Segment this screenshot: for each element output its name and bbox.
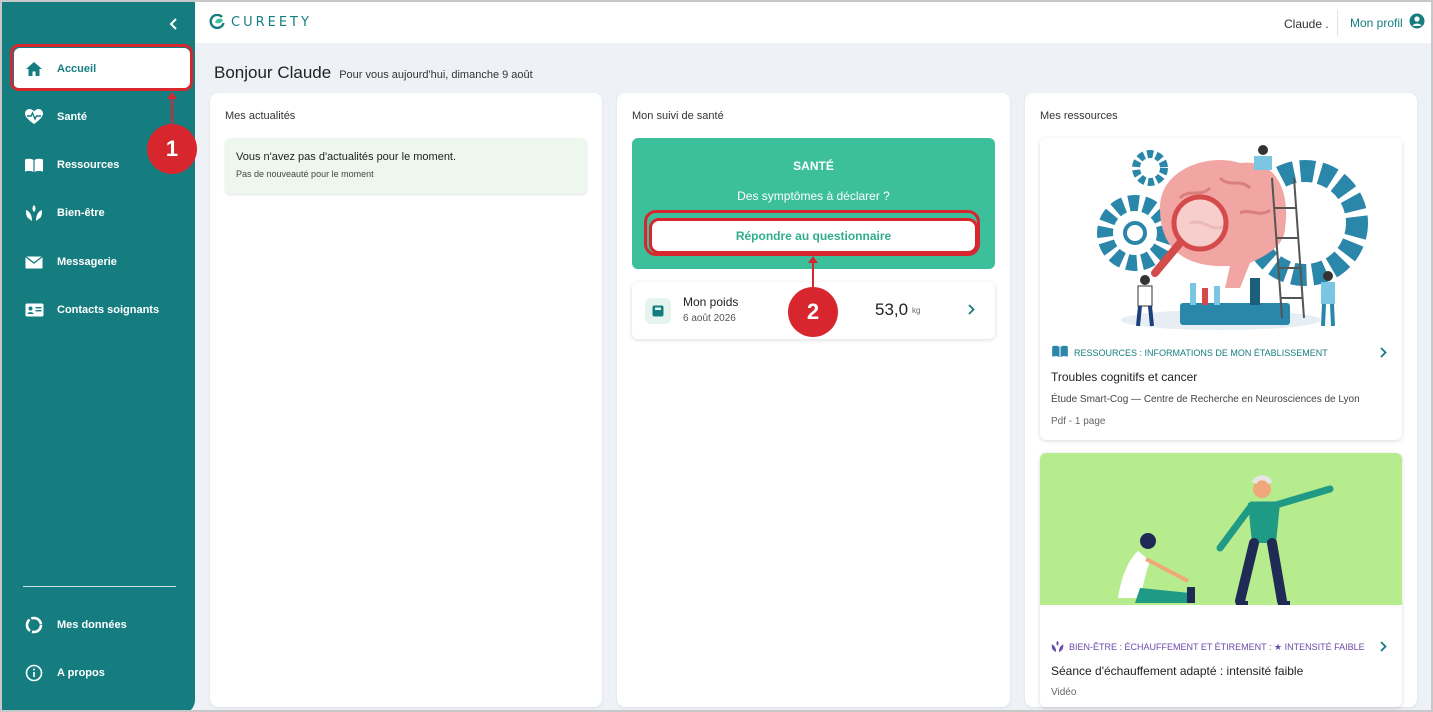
chevron-right-icon <box>1380 641 1387 652</box>
top-bar: CUREETY Claude . Mon profil <box>195 2 1431 43</box>
scale-icon <box>645 298 671 324</box>
envelope-icon <box>24 252 44 272</box>
weight-label: Mon poids <box>683 295 739 309</box>
news-title: Mes actualités <box>225 110 296 122</box>
page-title: Bonjour Claude <box>214 63 332 82</box>
resource-item[interactable]: BIEN-ÊTRE : ÉCHAUFFEMENT ET ÉTIREMENT : … <box>1040 453 1402 707</box>
resource-meta: Pdf - 1 page <box>1051 416 1106 427</box>
sidebar-item-label: Ressources <box>57 159 120 171</box>
annotation-highlight-2 <box>644 210 980 256</box>
heart-pulse-icon <box>24 107 44 127</box>
health-tracking-card: Mon suivi de santé SANTÉ Des symptômes à… <box>617 93 1010 707</box>
chevron-right-icon <box>968 304 975 315</box>
weight-date: 6 août 2026 <box>683 313 736 324</box>
contact-card-icon <box>24 300 44 320</box>
lotus-hands-icon <box>1051 640 1064 655</box>
sidebar-item-bien-etre[interactable]: Bien-être <box>14 192 190 234</box>
resource-category: RESSOURCES : INFORMATIONS DE MON ÉTABLIS… <box>1051 345 1328 360</box>
resource-category: BIEN-ÊTRE : ÉCHAUFFEMENT ET ÉTIREMENT : … <box>1051 640 1365 655</box>
resource-description: Étude Smart-Cog — Centre de Recherche en… <box>1051 394 1360 405</box>
resource-category-label: RESSOURCES : INFORMATIONS DE MON ÉTABLIS… <box>1074 347 1328 358</box>
annotation-badge-1: 1 <box>147 124 197 174</box>
app-frame: Accueil Santé Ressources Bien-être Messa <box>0 0 1433 712</box>
profile-label: Mon profil <box>1350 15 1403 30</box>
warm-up-exercise-illustration <box>1040 453 1402 605</box>
book-icon <box>24 155 44 175</box>
resources-title: Mes ressources <box>1040 110 1118 122</box>
weight-unit: kg <box>912 306 921 315</box>
topbar-separator <box>1337 10 1338 36</box>
sidebar: Accueil Santé Ressources Bien-être Messa <box>2 2 195 710</box>
sidebar-item-label: Mes données <box>57 619 127 631</box>
annotation-line-1 <box>171 98 173 124</box>
brand-logo[interactable]: CUREETY <box>209 14 312 30</box>
page-subtitle: Pour vous aujourd'hui, dimanche 9 août <box>339 69 533 81</box>
health-question: Des symptômes à déclarer ? <box>737 189 890 203</box>
resources-card: Mes ressources RESSOURCES: INFORMATIONS… <box>1025 93 1417 707</box>
resource-category-label: BIEN-ÊTRE : ÉCHAUFFEMENT ET ÉTIREMENT : … <box>1069 642 1365 652</box>
sidebar-divider <box>23 586 176 587</box>
weight-value: 53,0 <box>875 300 909 319</box>
news-card: Mes actualités Vous n'avez pas d'actuali… <box>210 93 602 707</box>
resource-title: Troubles cognitifs et cancer <box>1051 370 1198 384</box>
cureety-logo-icon <box>209 14 225 30</box>
sidebar-item-messagerie[interactable]: Messagerie <box>14 241 190 283</box>
user-name: Claude . <box>1284 17 1329 31</box>
sidebar-item-label: Santé <box>57 111 87 123</box>
info-icon <box>24 663 44 683</box>
annotation-highlight-1 <box>10 44 193 91</box>
annotation-badge-2: 2 <box>788 287 838 337</box>
brain-research-illustration <box>1040 138 1402 338</box>
resource-title: Séance d'échauffement adapté : intensité… <box>1051 664 1304 678</box>
sidebar-item-label: Contacts soignants <box>57 304 160 316</box>
sidebar-item-label: A propos <box>57 667 105 679</box>
book-icon <box>1051 345 1069 360</box>
sidebar-item-mes-donnees[interactable]: Mes données <box>14 604 190 646</box>
chevron-right-icon <box>1380 347 1387 358</box>
collapse-sidebar-button[interactable] <box>164 14 184 34</box>
health-tracking-title: Mon suivi de santé <box>632 110 724 122</box>
profile-link[interactable]: Mon profil <box>1350 13 1425 32</box>
news-empty-state: Vous n'avez pas d'actualités pour le mom… <box>225 138 587 194</box>
resource-meta: Vidéo <box>1051 687 1077 698</box>
chevron-left-icon <box>169 18 177 30</box>
greeting: Bonjour Claude Pour vous aujourd'hui, di… <box>214 63 533 83</box>
resource-item[interactable]: RESSOURCES : INFORMATIONS DE MON ÉTABLIS… <box>1040 138 1402 440</box>
health-box-title: SANTÉ <box>793 159 834 173</box>
news-empty-subtitle: Pas de nouveauté pour le moment <box>236 169 374 179</box>
brand-name: CUREETY <box>231 14 312 30</box>
user-circle-icon <box>1409 13 1425 32</box>
news-empty-title: Vous n'avez pas d'actualités pour le mom… <box>236 151 457 163</box>
sidebar-item-a-propos[interactable]: A propos <box>14 652 190 694</box>
lotus-hands-icon <box>24 203 44 223</box>
annotation-line-2 <box>812 262 814 287</box>
sidebar-item-label: Messagerie <box>57 256 117 268</box>
circle-data-icon <box>24 615 44 635</box>
sidebar-item-label: Bien-être <box>57 207 105 219</box>
sidebar-item-contacts-soignants[interactable]: Contacts soignants <box>14 289 190 331</box>
